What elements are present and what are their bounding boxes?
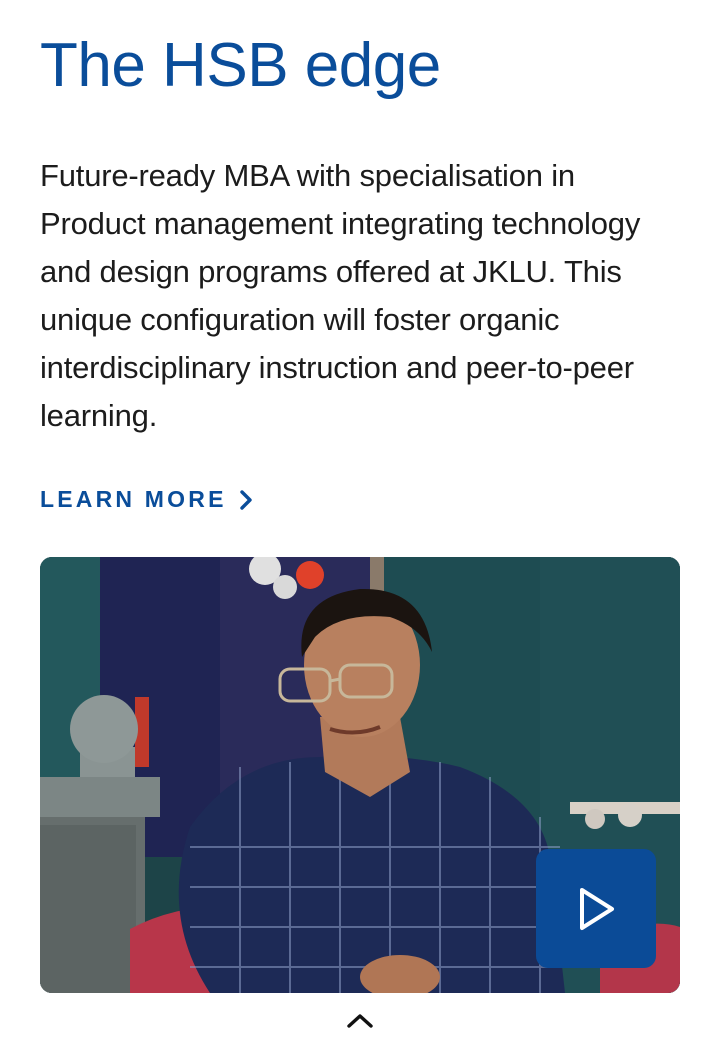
section-title: The HSB edge: [40, 31, 441, 100]
chevron-right-icon: [239, 489, 253, 510]
learn-more-label: LEARN MORE: [40, 486, 227, 512]
learn-more-link[interactable]: LEARN MORE: [40, 486, 253, 513]
play-video-button[interactable]: [536, 849, 656, 968]
scroll-to-top-button[interactable]: [340, 1004, 380, 1038]
play-icon: [580, 887, 614, 930]
chevron-up-icon: [347, 1014, 373, 1028]
section-description: Future-ready MBA with specialisation in …: [40, 158, 641, 433]
video-thumbnail[interactable]: [40, 557, 680, 993]
